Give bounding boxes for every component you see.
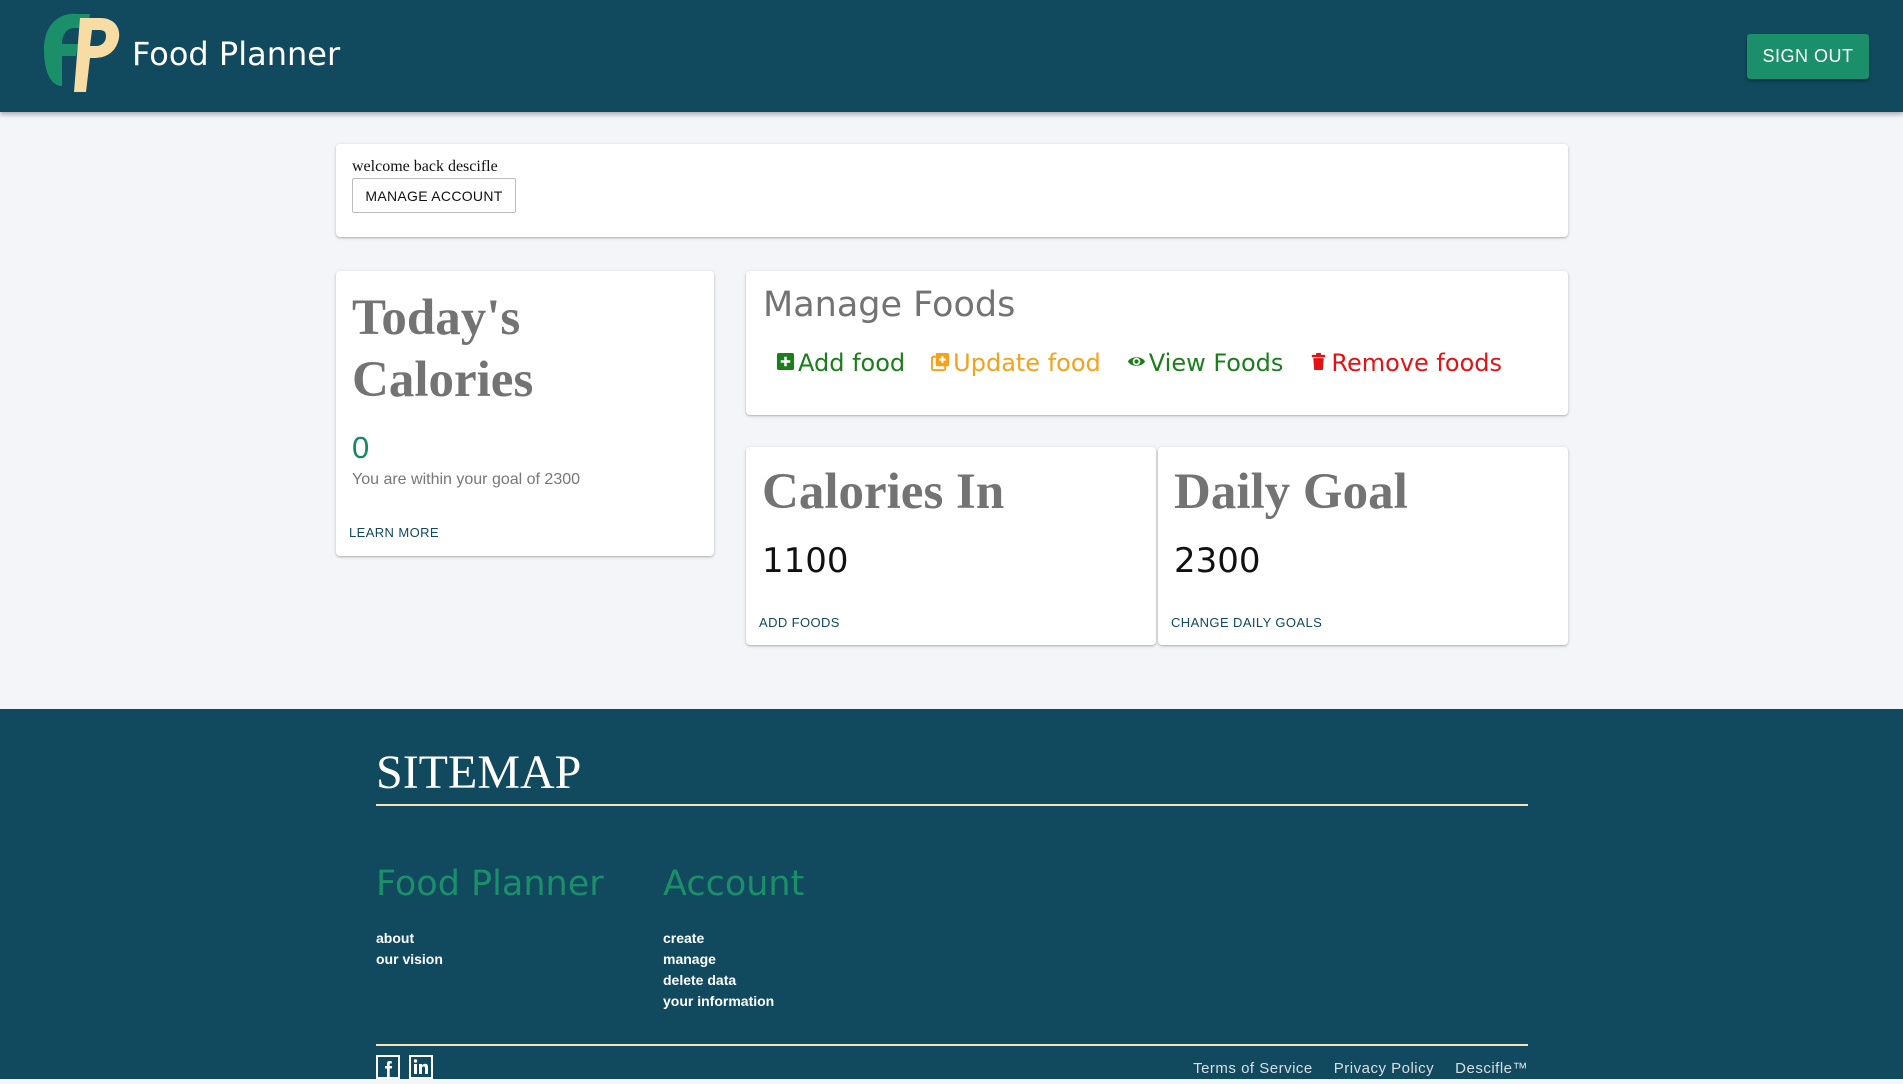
footer-divider (376, 1044, 1528, 1046)
footer-link-delete-data[interactable]: delete data (663, 970, 736, 991)
todays-calories-title: Today's Calories (352, 290, 534, 408)
top-app-bar: Food Planner SIGN OUT (0, 0, 1903, 112)
calories-in-value: 1100 (762, 541, 849, 581)
view-foods-label: View Foods (1148, 349, 1284, 377)
descifle-trademark-link[interactable]: Descifle™ (1455, 1060, 1528, 1077)
legal-links: Terms of Service Privacy Policy Descifle… (1193, 1060, 1528, 1077)
privacy-policy-link[interactable]: Privacy Policy (1334, 1060, 1434, 1077)
remove-foods-link[interactable]: Remove foods (1309, 349, 1502, 377)
goal-status-text: You are within your goal of 2300 (352, 471, 581, 488)
add-foods-link[interactable]: ADD FOODS (759, 615, 840, 630)
add-food-label: Add food (798, 349, 906, 377)
sitemap-divider (376, 804, 1528, 806)
brand-title[interactable]: Food Planner (132, 34, 340, 74)
linkedin-icon[interactable] (409, 1055, 433, 1079)
footer-link-our-vision[interactable]: our vision (376, 949, 443, 970)
daily-goal-title: Daily Goal (1174, 464, 1408, 520)
todays-calories-value: 0 (352, 430, 370, 465)
footer-link-about[interactable]: about (376, 928, 414, 949)
social-links (376, 1055, 433, 1079)
footer-column-title: Food Planner (376, 864, 604, 904)
change-daily-goals-link[interactable]: CHANGE DAILY GOALS (1171, 615, 1322, 630)
manage-foods-title: Manage Foods (763, 285, 1016, 325)
learn-more-link[interactable]: LEARN MORE (349, 525, 439, 540)
welcome-card: welcome back descifle MANAGE ACCOUNT (336, 144, 1568, 237)
sign-out-button[interactable]: SIGN OUT (1747, 34, 1869, 79)
calories-in-title: Calories In (762, 464, 1005, 520)
manage-foods-card: Manage Foods Add food Update food View F… (746, 271, 1568, 415)
footer-link-create[interactable]: create (663, 928, 704, 949)
terms-of-service-link[interactable]: Terms of Service (1193, 1060, 1313, 1077)
footer-column-food-planner: Food Planner about our vision (376, 862, 604, 970)
daily-goal-value: 2300 (1174, 541, 1261, 581)
welcome-message: welcome back descifle (352, 158, 498, 175)
footer-link-your-information[interactable]: your information (663, 991, 774, 1012)
footer-column-account: Account create manage delete data your i… (663, 862, 804, 1012)
sitemap-title: SITEMAP (376, 746, 582, 799)
remove-foods-label: Remove foods (1331, 349, 1502, 377)
food-actions: Add food Update food View Foods Remove f… (776, 349, 1502, 377)
fp-logo-icon[interactable] (34, 10, 124, 96)
footer-link-manage[interactable]: manage (663, 949, 716, 970)
eye-icon (1127, 349, 1146, 377)
update-food-link[interactable]: Update food (931, 349, 1101, 377)
footer: SITEMAP Food Planner about our vision Ac… (0, 709, 1903, 1079)
update-food-label: Update food (953, 349, 1101, 377)
view-foods-link[interactable]: View Foods (1127, 349, 1284, 377)
trash-icon (1309, 349, 1328, 377)
calories-in-card: Calories In 1100 ADD FOODS (746, 447, 1156, 645)
footer-column-title: Account (663, 864, 805, 904)
add-food-link[interactable]: Add food (776, 349, 905, 377)
copy-plus-icon (931, 349, 950, 377)
daily-goal-card: Daily Goal 2300 CHANGE DAILY GOALS (1158, 447, 1568, 645)
facebook-icon[interactable] (376, 1055, 400, 1079)
plus-square-icon (776, 349, 795, 377)
todays-calories-card: Today's Calories 0 You are within your g… (336, 271, 714, 556)
manage-account-button[interactable]: MANAGE ACCOUNT (352, 178, 516, 213)
